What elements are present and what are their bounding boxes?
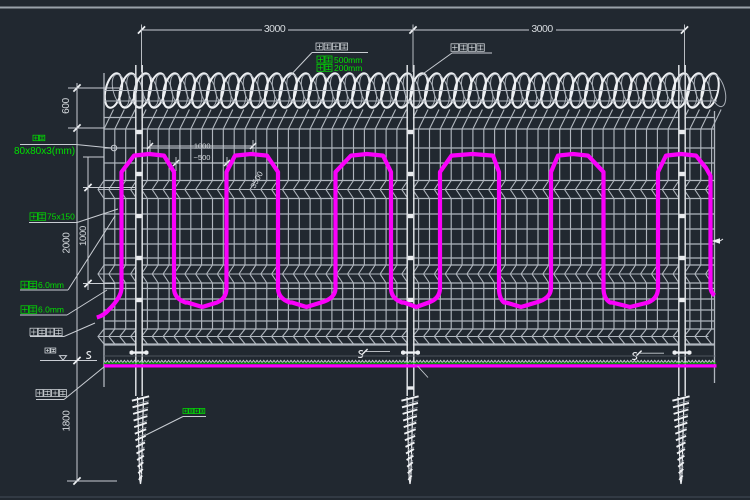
svg-text:~500: ~500	[194, 153, 211, 162]
svg-text:3000: 3000	[264, 23, 286, 35]
svg-text:1000: 1000	[78, 226, 89, 246]
svg-text:600: 600	[61, 97, 72, 114]
svg-text:~1000: ~1000	[189, 142, 210, 151]
svg-text:200mm: 200mm	[334, 63, 362, 73]
svg-text:75x150: 75x150	[47, 212, 75, 222]
svg-text:3000: 3000	[531, 23, 553, 35]
svg-text:6.0mm: 6.0mm	[38, 280, 64, 290]
svg-text:6.0mm: 6.0mm	[38, 305, 64, 315]
svg-text:2000: 2000	[62, 232, 73, 254]
svg-text:80x80x3(mm): 80x80x3(mm)	[14, 146, 75, 157]
svg-text:1800: 1800	[62, 410, 73, 432]
